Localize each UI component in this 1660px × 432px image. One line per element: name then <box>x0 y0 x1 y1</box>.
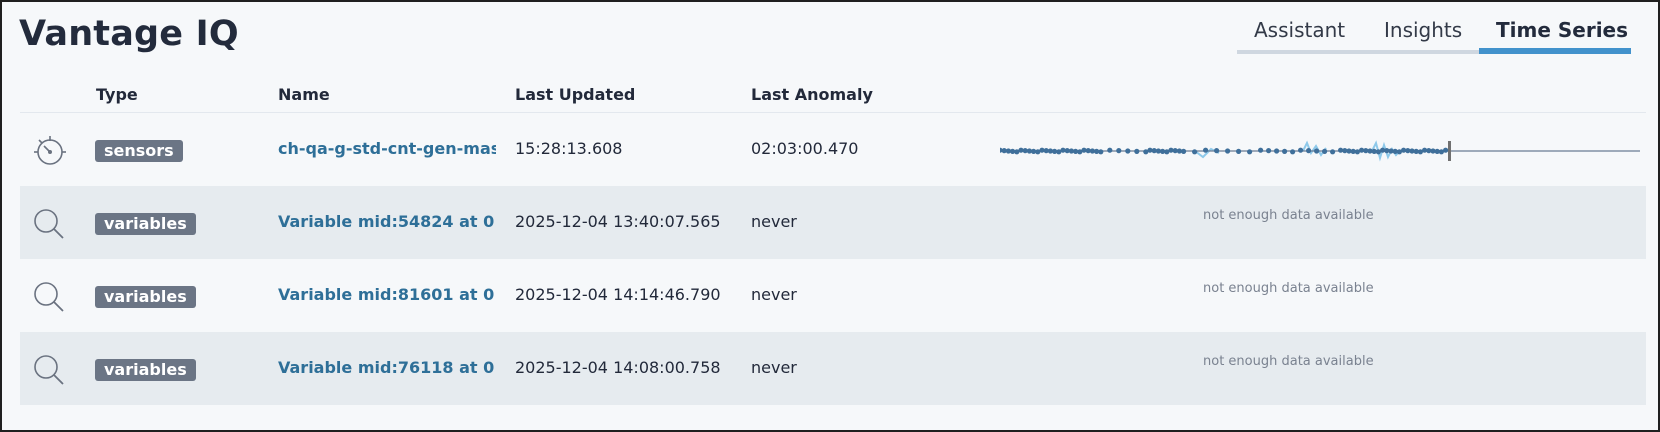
header-type[interactable]: Type <box>96 85 138 104</box>
view-tabs: Assistant Insights Time Series <box>1237 16 1631 54</box>
last-anomaly-value: never <box>751 358 797 377</box>
type-badge: variables <box>95 286 196 308</box>
sparkline-point <box>1192 149 1198 155</box>
sparkline-point <box>1314 148 1320 154</box>
sparkline-point <box>1116 148 1122 154</box>
sparkline-point <box>1225 148 1231 154</box>
sparkline-point <box>1298 147 1304 153</box>
sparkline-point <box>1322 148 1328 154</box>
header-last-updated[interactable]: Last Updated <box>515 85 635 104</box>
type-badge: sensors <box>95 140 183 162</box>
header-name[interactable]: Name <box>278 85 330 104</box>
series-name-link[interactable]: Variable mid:81601 at 0 on <box>278 285 496 304</box>
table-header: Type Name Last Updated Last Anomaly <box>20 77 1646 113</box>
last-updated-value: 2025-12-04 13:40:07.565 <box>515 212 721 231</box>
sparkline-point <box>1181 148 1187 154</box>
last-anomaly-value: never <box>751 212 797 231</box>
sparkline-point <box>1247 149 1253 155</box>
sparkline-point <box>1258 147 1264 153</box>
last-updated-value: 2025-12-04 14:08:00.758 <box>515 358 721 377</box>
no-data-message: not enough data available <box>1203 354 1374 369</box>
sparkline-point <box>1236 148 1242 154</box>
type-badge: variables <box>95 213 196 235</box>
app-window: Vantage IQ Assistant Insights Time Serie… <box>0 0 1660 432</box>
series-table: Type Name Last Updated Last Anomaly sens… <box>20 77 1646 405</box>
search-icon <box>34 282 64 312</box>
gauge-icon <box>34 136 66 165</box>
sparkline-point <box>1125 148 1131 154</box>
series-name-link[interactable]: Variable mid:54824 at 0 on <box>278 212 496 231</box>
no-data-message: not enough data available <box>1203 208 1374 223</box>
series-name-link[interactable]: Variable mid:76118 at 0 on <box>278 358 496 377</box>
sparkline-point <box>1266 148 1272 154</box>
table-row[interactable]: variables Variable mid:76118 at 0 on 202… <box>20 332 1646 405</box>
tab-insights[interactable]: Insights <box>1367 16 1479 54</box>
last-anomaly-value: never <box>751 285 797 304</box>
sparkline-point <box>1330 149 1336 155</box>
last-updated-value: 15:28:13.608 <box>515 139 623 158</box>
table-row[interactable]: variables Variable mid:81601 at 0 on 202… <box>20 259 1646 332</box>
no-data-message: not enough data available <box>1203 281 1374 296</box>
search-icon <box>34 355 64 385</box>
series-name-link[interactable]: ch-qa-g-std-cnt-gen-maste <box>278 139 496 158</box>
header-last-anomaly[interactable]: Last Anomaly <box>751 85 873 104</box>
sparkline-chart[interactable] <box>1000 131 1640 171</box>
last-updated-value: 2025-12-04 14:14:46.790 <box>515 285 721 304</box>
sparkline-cursor <box>1448 141 1451 161</box>
last-anomaly-value: 02:03:00.470 <box>751 139 859 158</box>
sparkline-point <box>1306 148 1312 154</box>
app-title: Vantage IQ <box>19 14 239 54</box>
table-row[interactable]: variables Variable mid:54824 at 0 on 202… <box>20 186 1646 259</box>
sparkline-point <box>1443 147 1449 153</box>
type-badge: variables <box>95 359 196 381</box>
search-icon <box>34 209 64 239</box>
sparkline-point <box>1290 149 1296 155</box>
sparkline-point <box>1203 147 1209 153</box>
sparkline-point <box>1107 147 1113 153</box>
sparkline-point <box>1274 148 1280 154</box>
tab-assistant[interactable]: Assistant <box>1237 16 1367 54</box>
sparkline-point <box>1134 148 1140 154</box>
table-row[interactable]: sensors ch-qa-g-std-cnt-gen-maste 15:28:… <box>20 113 1646 186</box>
sparkline-point <box>1282 148 1288 154</box>
tab-time-series[interactable]: Time Series <box>1479 16 1631 54</box>
sparkline-point <box>1214 148 1220 154</box>
sparkline-point <box>1098 149 1104 155</box>
